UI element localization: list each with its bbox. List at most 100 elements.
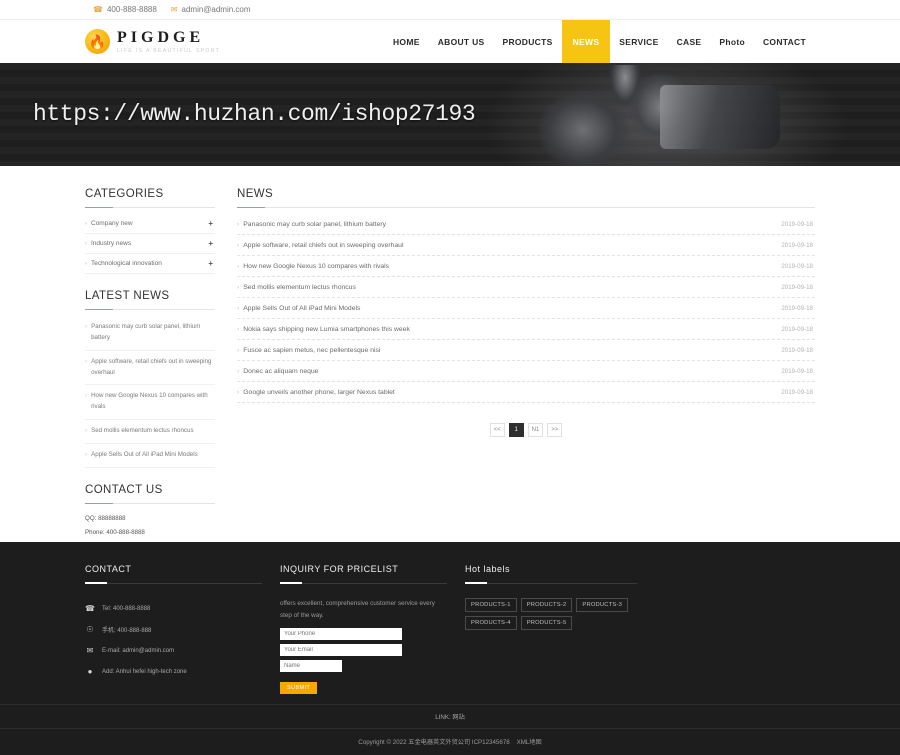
table-row[interactable]: › Nokia says shipping new Lumia smartpho… xyxy=(237,319,815,340)
news-date: 2019-09-18 xyxy=(781,305,813,312)
section-divider xyxy=(85,583,262,584)
copyright-text: Copyright © 2022 五金电器英文外贸公司 ICP12345678 xyxy=(358,739,509,746)
section-divider xyxy=(85,503,215,504)
list-item[interactable]: › Apple software, retail chiefs out in s… xyxy=(85,351,215,386)
submit-button[interactable]: SUBMIT xyxy=(280,682,317,694)
name-field[interactable] xyxy=(280,660,342,672)
hot-label-products-1[interactable]: PRODUCTS-1 xyxy=(465,598,517,612)
chevron-right-icon: › xyxy=(237,326,239,333)
pagination: << 1 N1 >> xyxy=(237,423,815,437)
pagination-next-group[interactable]: N1 xyxy=(528,423,544,437)
pagination-first[interactable]: << xyxy=(490,423,505,437)
news-date: 2019-09-18 xyxy=(781,263,813,270)
page-root: ☎ 400-888-8888 ✉ admin@admin.com 🔥 PIGDG… xyxy=(0,0,900,755)
list-item[interactable]: › Panasonic may curb solar panel, lithiu… xyxy=(85,316,215,351)
chevron-right-icon: › xyxy=(85,391,87,413)
table-row[interactable]: › Sed mollis elementum lectus rhoncus 20… xyxy=(237,277,815,298)
categories-title: CATEGORIES xyxy=(85,188,215,207)
footer-tel: ☎ Tel: 400-888-8888 xyxy=(85,598,262,619)
news-panel: NEWS › Panasonic may curb solar panel, l… xyxy=(237,188,815,598)
news-date: 2019-09-18 xyxy=(781,284,813,291)
latest-news-label: Sed mollis elementum lectus rhoncus xyxy=(91,426,193,437)
topbar-email[interactable]: ✉ admin@admin.com xyxy=(171,5,251,14)
nav-item-service[interactable]: SERVICE xyxy=(610,20,667,63)
table-row[interactable]: › How new Google Nexus 10 compares with … xyxy=(237,256,815,277)
sidebar-categories-block: CATEGORIES › Company new + › Industry ne… xyxy=(85,188,215,274)
section-divider xyxy=(85,207,215,208)
pagination-page-1[interactable]: 1 xyxy=(509,423,524,437)
news-date: 2019-09-18 xyxy=(781,347,813,354)
footer-hot-labels-title: Hot labels xyxy=(465,564,637,583)
sidebar-item-technological-innovation[interactable]: › Technological innovation + xyxy=(85,254,215,274)
plus-icon[interactable]: + xyxy=(208,239,213,248)
footer-mobile-text: 手机: 400-888-888 xyxy=(102,625,151,634)
table-row[interactable]: › Apple software, retail chiefs out in s… xyxy=(237,235,815,256)
chevron-right-icon: › xyxy=(85,261,87,267)
site-logo[interactable]: 🔥 PIGDGE LIFE IS A BEAUTIFUL SPORT xyxy=(85,29,220,54)
footer-address-text: Add: Anhui hefei high-tech zone xyxy=(102,669,187,675)
phone-icon: ☎ xyxy=(85,604,95,614)
hot-label-products-5[interactable]: PRODUCTS-5 xyxy=(521,616,573,630)
news-title-text: Apple software, retail chiefs out in swe… xyxy=(243,242,403,249)
banner-watermark-text: https://www.huzhan.com/ishop27193 xyxy=(33,101,475,127)
nav-item-photo[interactable]: Photo xyxy=(710,20,754,63)
sitemap-link[interactable]: XML地图 xyxy=(517,739,542,746)
table-row[interactable]: › Apple Sells Out of All iPad Mini Model… xyxy=(237,298,815,319)
phone-field[interactable] xyxy=(280,628,402,640)
news-date: 2019-09-18 xyxy=(781,221,813,228)
main-content: CATEGORIES › Company new + › Industry ne… xyxy=(85,166,815,598)
topbar-phone: ☎ 400-888-8888 xyxy=(93,5,157,14)
plus-icon[interactable]: + xyxy=(208,259,213,268)
footer-address: ● Add: Anhui hefei high-tech zone xyxy=(85,661,262,682)
table-row[interactable]: › Google unveils another phone, larger N… xyxy=(237,382,815,403)
sidebar-item-company-new[interactable]: › Company new + xyxy=(85,214,215,234)
contact-us-title: CONTACT US xyxy=(85,484,215,503)
pagination-last[interactable]: >> xyxy=(547,423,562,437)
chevron-right-icon: › xyxy=(85,357,87,379)
section-divider xyxy=(85,309,215,310)
nav-item-contact[interactable]: CONTACT xyxy=(754,20,815,63)
footer-friendly-link[interactable]: LINK: 网站 xyxy=(0,704,900,728)
hot-label-products-2[interactable]: PRODUCTS-2 xyxy=(521,598,573,612)
list-item[interactable]: › Sed mollis elementum lectus rhoncus xyxy=(85,420,215,444)
chevron-right-icon: › xyxy=(237,263,239,270)
location-pin-icon: ● xyxy=(85,667,95,677)
email-field[interactable] xyxy=(280,644,402,656)
chevron-right-icon: › xyxy=(237,305,239,312)
category-label: Technological innovation xyxy=(91,260,162,267)
footer-inquiry-description: offers excellent, comprehensive customer… xyxy=(280,598,447,621)
chevron-right-icon: › xyxy=(237,284,239,291)
mail-icon: ✉ xyxy=(171,6,178,14)
table-row[interactable]: › Donec ac aliquam neque 2019-09-18 xyxy=(237,361,815,382)
nav-item-products[interactable]: PRODUCTS xyxy=(493,20,561,63)
list-item[interactable]: › Apple Sells Out of All iPad Mini Model… xyxy=(85,444,215,468)
section-divider xyxy=(237,207,815,208)
nav-item-case[interactable]: CASE xyxy=(668,20,711,63)
chevron-right-icon: › xyxy=(85,450,87,461)
chevron-right-icon: › xyxy=(85,426,87,437)
news-title-text: Sed mollis elementum lectus rhoncus xyxy=(243,284,356,291)
categories-list: › Company new + › Industry news + › Tech… xyxy=(85,214,215,274)
hot-label-products-4[interactable]: PRODUCTS-4 xyxy=(465,616,517,630)
sidebar-item-industry-news[interactable]: › Industry news + xyxy=(85,234,215,254)
news-title-text: Panasonic may curb solar panel, lithium … xyxy=(243,221,386,228)
footer-contact-list: ☎ Tel: 400-888-8888 ☉ 手机: 400-888-888 ✉ … xyxy=(85,598,262,682)
chevron-right-icon: › xyxy=(237,242,239,249)
news-title-text: Fusce ac sapien metus, nec pellentesque … xyxy=(243,347,380,354)
footer-contact-column: CONTACT ☎ Tel: 400-888-8888 ☉ 手机: 400-88… xyxy=(85,564,280,694)
table-row[interactable]: › Panasonic may curb solar panel, lithiu… xyxy=(237,214,815,235)
nav-item-about-us[interactable]: ABOUT US xyxy=(429,20,494,63)
site-footer: CONTACT ☎ Tel: 400-888-8888 ☉ 手机: 400-88… xyxy=(0,542,900,755)
footer-email: ✉ E-mail: admin@admin.com xyxy=(85,640,262,661)
topbar-email-text: admin@admin.com xyxy=(182,5,251,14)
footer-contact-title: CONTACT xyxy=(85,564,262,583)
nav-item-home[interactable]: HOME xyxy=(384,20,429,63)
latest-news-label: Apple Sells Out of All iPad Mini Models xyxy=(91,450,198,461)
list-item[interactable]: › How new Google Nexus 10 compares with … xyxy=(85,385,215,420)
table-row[interactable]: › Fusce ac sapien metus, nec pellentesqu… xyxy=(237,340,815,361)
news-date: 2019-09-18 xyxy=(781,368,813,375)
contact-qq: QQ: 88888888 xyxy=(85,512,215,526)
plus-icon[interactable]: + xyxy=(208,219,213,228)
hot-label-products-3[interactable]: PRODUCTS-3 xyxy=(576,598,628,612)
nav-item-news[interactable]: NEWS xyxy=(562,20,611,63)
